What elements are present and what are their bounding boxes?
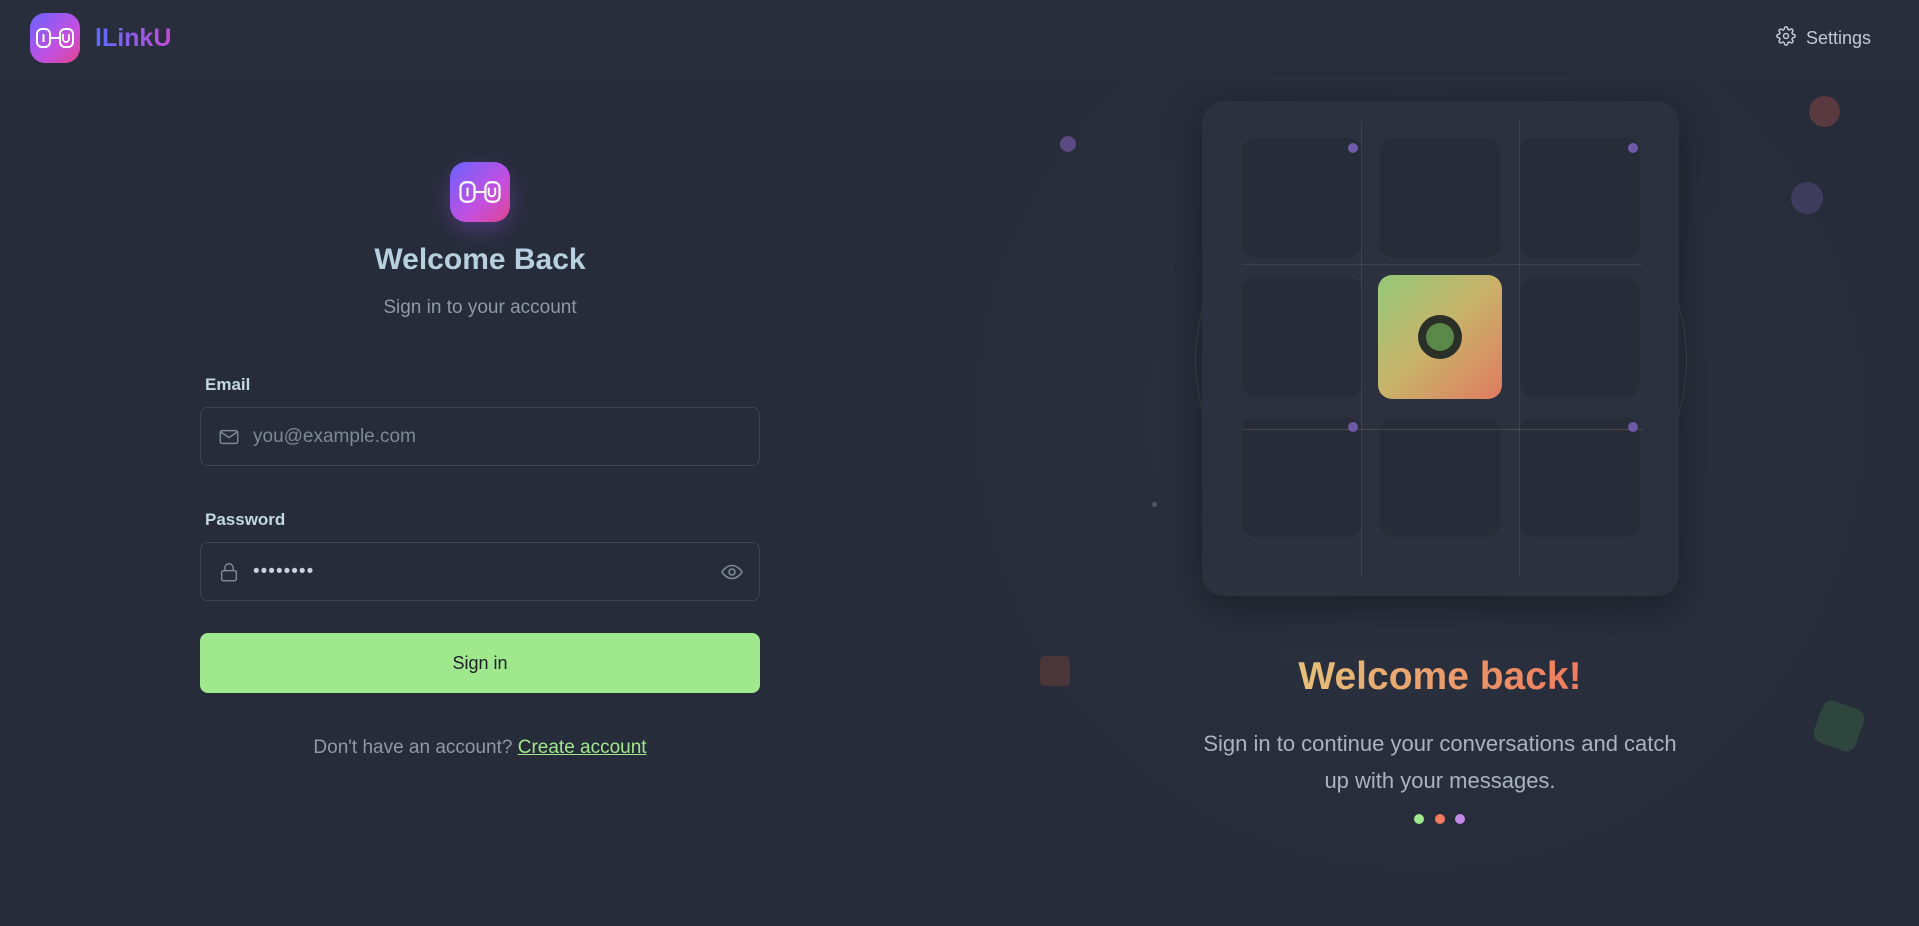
grid-node — [1348, 143, 1358, 153]
grid-cell — [1520, 417, 1640, 537]
grid-cell — [1242, 277, 1362, 397]
decor-bubble — [1809, 96, 1840, 127]
grid-cell — [1520, 277, 1640, 397]
mail-icon — [217, 425, 241, 449]
password-field[interactable] — [200, 542, 760, 601]
decor-bubble — [1060, 136, 1076, 152]
decor-dot — [1152, 502, 1157, 507]
grid-line — [1519, 121, 1520, 576]
decor-bubble — [1791, 182, 1823, 214]
form-subtitle: Sign in to your account — [383, 297, 577, 318]
settings-label: Settings — [1805, 28, 1871, 48]
grid-line — [1242, 264, 1642, 265]
grid-cell-active — [1378, 275, 1502, 399]
grid-illustration — [1202, 101, 1679, 596]
eye-icon[interactable] — [719, 559, 745, 585]
signup-prompt-row: Don't have an account? Create account — [0, 737, 960, 759]
hero-title: Welcome back! — [1298, 655, 1582, 698]
password-input[interactable] — [253, 543, 719, 600]
grid-cell — [1242, 138, 1362, 258]
grid-node — [1628, 143, 1638, 153]
grid-node — [1628, 422, 1638, 432]
carousel-dot[interactable] — [1414, 814, 1424, 824]
settings-button[interactable]: Settings — [1776, 26, 1871, 51]
grid-cell — [1380, 417, 1500, 537]
email-field[interactable] — [200, 407, 760, 466]
carousel-dot[interactable] — [1455, 814, 1465, 824]
top-bar: lLinkU Settings — [0, 0, 1919, 79]
carousel-dot[interactable] — [1435, 814, 1445, 824]
grid-node — [1348, 422, 1358, 432]
email-label: Email — [205, 375, 251, 394]
grid-line — [1361, 121, 1362, 576]
sign-in-button[interactable]: Sign in — [200, 633, 760, 693]
grid-cell — [1242, 417, 1362, 537]
record-dot-icon — [1418, 315, 1462, 359]
app-name[interactable]: lLinkU — [95, 24, 171, 53]
form-title: Welcome Back — [374, 243, 586, 276]
hero-text: Sign in to continue your conversations a… — [1203, 731, 1677, 793]
brand-logo-icon[interactable] — [30, 13, 80, 63]
create-account-link[interactable]: Create account — [518, 737, 647, 758]
gear-icon — [1776, 26, 1796, 51]
grid-cell — [1380, 138, 1500, 258]
decor-square — [1040, 656, 1070, 686]
form-logo-icon — [450, 162, 510, 222]
grid-cell — [1520, 138, 1640, 258]
signup-prompt-text: Don't have an account? — [313, 737, 513, 758]
email-input[interactable] — [253, 408, 759, 465]
password-label: Password — [205, 510, 286, 529]
grid-line — [1242, 429, 1642, 430]
lock-icon — [217, 560, 241, 584]
